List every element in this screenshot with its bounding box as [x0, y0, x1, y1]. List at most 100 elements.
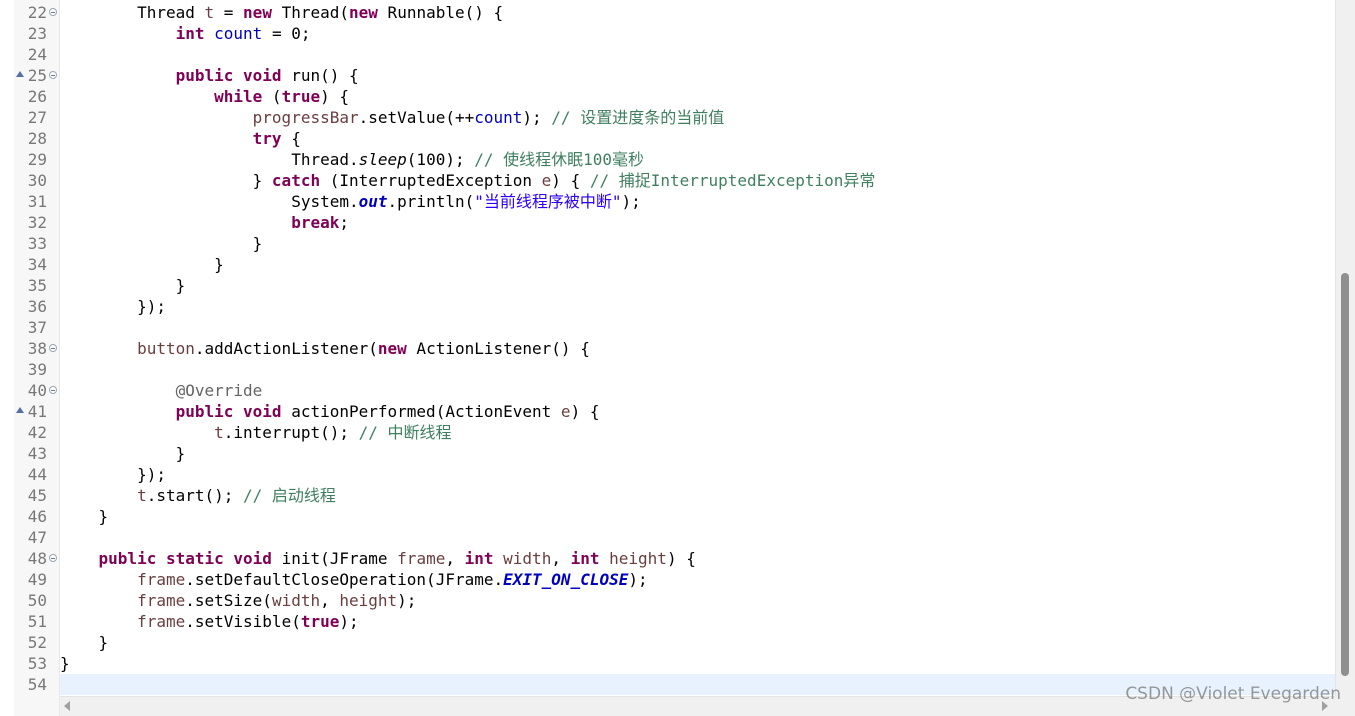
- code-token: break: [291, 213, 340, 232]
- code-line[interactable]: });: [60, 296, 1335, 317]
- code-line[interactable]: [60, 44, 1335, 65]
- code-line[interactable]: while (true) {: [60, 86, 1335, 107]
- code-line[interactable]: @Override: [60, 380, 1335, 401]
- code-editor[interactable]: Thread t = new Thread(new Runnable() { i…: [0, 0, 1355, 716]
- code-token: (InterruptedException: [320, 171, 542, 190]
- vertical-scrollbar-thumb[interactable]: [1341, 273, 1349, 676]
- code-token: .setVisible(: [185, 612, 301, 631]
- code-token: "当前线程序被中断": [474, 192, 622, 211]
- code-token: );: [522, 108, 552, 127]
- code-token: actionPerformed(ActionEvent: [281, 402, 561, 421]
- code-token: catch: [271, 171, 321, 190]
- code-line[interactable]: }: [60, 233, 1335, 254]
- code-line[interactable]: break;: [60, 212, 1335, 233]
- fold-collapse-icon[interactable]: [49, 344, 57, 352]
- code-token: public: [175, 66, 234, 85]
- code-token: }: [60, 255, 224, 274]
- code-token: try: [252, 129, 282, 148]
- code-token: button: [137, 339, 195, 358]
- override-marker-icon[interactable]: [16, 71, 24, 77]
- code-token: EXIT_ON_CLOSE: [503, 570, 629, 589]
- code-line[interactable]: Thread t = new Thread(new Runnable() {: [60, 2, 1335, 23]
- line-number: 48: [27, 549, 47, 568]
- line-number: 34: [27, 255, 47, 274]
- code-line[interactable]: System.out.println("当前线程序被中断");: [60, 191, 1335, 212]
- line-number: 26: [27, 87, 47, 106]
- code-line[interactable]: [60, 527, 1335, 548]
- code-line[interactable]: }: [60, 443, 1335, 464]
- code-token: }: [60, 654, 70, 673]
- code-token: );: [339, 612, 359, 631]
- line-number: 31: [27, 192, 47, 211]
- line-number: 40: [27, 381, 47, 400]
- code-line[interactable]: }: [60, 506, 1335, 527]
- code-line[interactable]: t.interrupt(); // 中断线程: [60, 422, 1335, 443]
- line-number: 44: [27, 465, 47, 484]
- code-token: // 捕捉InterruptedException异常: [589, 171, 876, 190]
- code-token: // 中断线程: [358, 423, 452, 442]
- code-line[interactable]: }: [60, 275, 1335, 296]
- code-token: Thread: [60, 3, 205, 22]
- code-line[interactable]: }: [60, 653, 1335, 674]
- code-token: run() {: [281, 66, 359, 85]
- code-token: ,: [320, 591, 340, 610]
- fold-collapse-icon[interactable]: [49, 554, 57, 562]
- code-token: new: [377, 339, 407, 358]
- code-token: out: [358, 192, 388, 211]
- line-number: 51: [27, 612, 47, 631]
- code-line[interactable]: t.start(); // 启动线程: [60, 485, 1335, 506]
- code-token: = 0;: [262, 24, 311, 43]
- code-line[interactable]: progressBar.setValue(++count); // 设置进度条的…: [60, 107, 1335, 128]
- code-line[interactable]: button.addActionListener(new ActionListe…: [60, 338, 1335, 359]
- code-token: public: [175, 402, 234, 421]
- code-line[interactable]: });: [60, 464, 1335, 485]
- code-token: sleep: [358, 150, 407, 169]
- code-line[interactable]: [60, 317, 1335, 338]
- line-number: 30: [27, 171, 47, 190]
- code-token: int: [464, 549, 494, 568]
- code-token: void: [243, 66, 282, 85]
- code-line[interactable]: Thread.sleep(100); // 使线程休眠100毫秒: [60, 149, 1335, 170]
- code-token: public: [98, 549, 157, 568]
- code-line[interactable]: public void run() {: [60, 65, 1335, 86]
- code-token: }: [60, 171, 272, 190]
- line-number: 28: [27, 129, 47, 148]
- code-line[interactable]: [60, 359, 1335, 380]
- code-line[interactable]: int count = 0;: [60, 23, 1335, 44]
- code-token: Thread.: [60, 150, 359, 169]
- line-number: 46: [27, 507, 47, 526]
- code-line[interactable]: }: [60, 254, 1335, 275]
- override-marker-icon[interactable]: [16, 407, 24, 413]
- fold-collapse-icon[interactable]: [49, 71, 57, 79]
- code-line[interactable]: }: [60, 632, 1335, 653]
- code-line[interactable]: public static void init(JFrame frame, in…: [60, 548, 1335, 569]
- code-line[interactable]: } catch (InterruptedException e) { // 捕捉…: [60, 170, 1335, 191]
- fold-collapse-icon[interactable]: [49, 386, 57, 394]
- code-line[interactable]: frame.setDefaultCloseOperation(JFrame.EX…: [60, 569, 1335, 590]
- line-number: 53: [27, 654, 47, 673]
- code-line[interactable]: try {: [60, 128, 1335, 149]
- code-token: .setValue(++: [358, 108, 475, 127]
- code-token: t: [204, 3, 215, 22]
- code-token: Thread(: [271, 3, 350, 22]
- code-token: (: [262, 87, 282, 106]
- code-text-area[interactable]: Thread t = new Thread(new Runnable() { i…: [60, 0, 1335, 696]
- fold-collapse-icon[interactable]: [49, 8, 57, 16]
- code-token: ,: [445, 549, 465, 568]
- code-line[interactable]: frame.setVisible(true);: [60, 611, 1335, 632]
- code-token: frame: [397, 549, 446, 568]
- code-token: frame: [137, 570, 186, 589]
- code-token: true: [300, 612, 340, 631]
- code-token: init(JFrame: [271, 549, 398, 568]
- line-number: 45: [27, 486, 47, 505]
- line-number: 27: [27, 108, 47, 127]
- code-line[interactable]: frame.setSize(width, height);: [60, 590, 1335, 611]
- scroll-left-arrow-icon[interactable]: [64, 701, 70, 711]
- code-token: );: [397, 591, 417, 610]
- code-line[interactable]: public void actionPerformed(ActionEvent …: [60, 401, 1335, 422]
